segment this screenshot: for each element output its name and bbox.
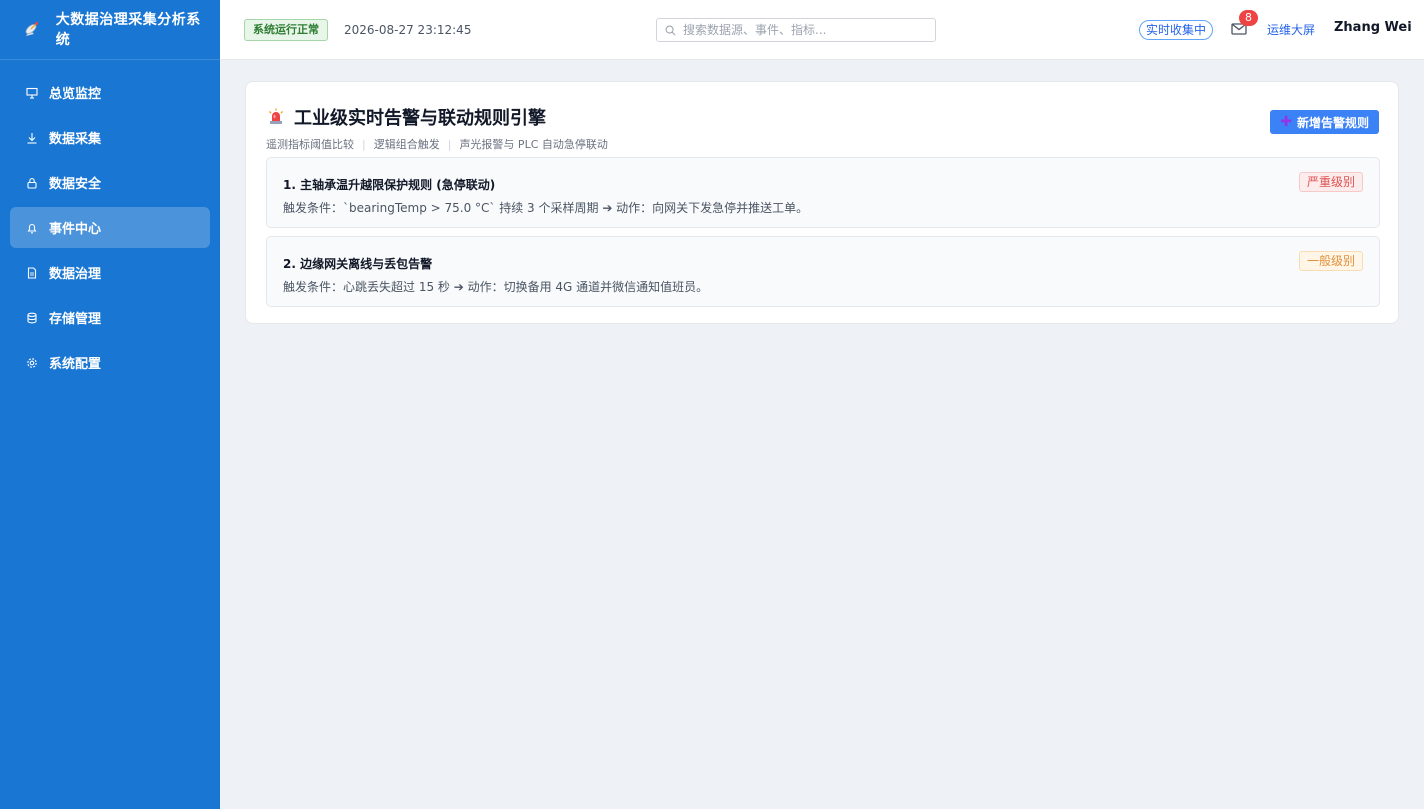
plus-icon: ✚	[1280, 114, 1292, 130]
document-icon	[26, 266, 38, 279]
severity-badge-severe: 严重级别	[1298, 172, 1363, 192]
user-name[interactable]: Zhang Wei	[1334, 20, 1412, 35]
siren-icon	[266, 107, 286, 127]
add-button-label: 新增告警规则	[1296, 115, 1369, 130]
alert-rules-card: 工业级实时告警与联动规则引擎 遥测指标阈值比较 | 逻辑组合触发 | 声光报警与…	[245, 81, 1399, 324]
lock-icon	[26, 177, 38, 189]
sidebar-item-label: 存储管理	[49, 312, 102, 327]
subtitle-item: 遥测指标阈值比较	[266, 138, 354, 151]
database-icon	[26, 312, 38, 324]
sidebar-item-events[interactable]: 事件中心	[10, 207, 210, 248]
sidebar: 大数据治理采集分析系统 总览监控 数据采集 数据安全 事件中心 数据治理 存储管…	[0, 0, 220, 809]
system-status-badge: 系统运行正常	[244, 18, 328, 41]
sidebar-item-label: 数据采集	[49, 132, 102, 147]
sidebar-item-settings[interactable]: 系统配置	[10, 342, 210, 383]
sidebar-item-overview[interactable]: 总览监控	[10, 72, 210, 113]
subtitle-item: 逻辑组合触发	[373, 138, 440, 151]
gear-icon	[26, 357, 38, 369]
sidebar-item-label: 事件中心	[49, 222, 102, 237]
rule-description: 触发条件：心跳丢失超过 15 秒 ➔ 动作：切换备用 4G 通道并微信通知值班员…	[283, 280, 709, 294]
download-icon	[26, 132, 38, 144]
divider: |	[447, 137, 452, 151]
sidebar-item-label: 数据治理	[49, 267, 102, 282]
divider: |	[362, 137, 366, 151]
subtitle-list: 遥测指标阈值比较 | 逻辑组合触发 | 声光报警与 PLC 自动急停联动	[266, 136, 608, 152]
sidebar-nav: 总览监控 数据采集 数据安全 事件中心 数据治理 存储管理 系统配置	[0, 60, 220, 383]
sidebar-item-label: 系统配置	[49, 357, 102, 372]
add-alert-rule-button[interactable]: ✚ 新增告警规则	[1270, 110, 1379, 134]
bell-icon	[26, 222, 38, 234]
rule-item-2[interactable]: 2. 边缘网关离线与丢包告警 触发条件：心跳丢失超过 15 秒 ➔ 动作：切换备…	[266, 236, 1380, 307]
search-box[interactable]	[656, 18, 936, 42]
sidebar-item-label: 数据安全	[49, 177, 102, 192]
live-collection-badge[interactable]: 实时收集中	[1139, 20, 1214, 40]
app-title: 大数据治理采集分析系统	[55, 11, 201, 48]
page-title: 工业级实时告警与联动规则引擎	[294, 108, 546, 129]
sidebar-item-security[interactable]: 数据安全	[10, 162, 210, 203]
monitor-icon	[26, 87, 38, 99]
search-input[interactable]	[683, 23, 935, 37]
rule-title: 1. 主轴承温升越限保护规则 (急停联动)	[283, 178, 496, 192]
top-header: 系统运行正常 2026-08-27 23:12:45 实时收集中 8 运维大屏 …	[220, 0, 1424, 60]
rule-description: 触发条件：`bearingTemp > 75.0 °C` 持续 3 个采样周期 …	[283, 201, 809, 215]
sidebar-item-governance[interactable]: 数据治理	[10, 252, 210, 293]
brand: 大数据治理采集分析系统	[0, 0, 220, 60]
card-header: 工业级实时告警与联动规则引擎 遥测指标阈值比较 | 逻辑组合触发 | 声光报警与…	[266, 104, 608, 152]
sidebar-item-collection[interactable]: 数据采集	[10, 117, 210, 158]
satellite-dish-icon	[22, 20, 42, 40]
severity-badge-normal: 一般级别	[1298, 251, 1363, 271]
mail-count-badge: 8	[1239, 10, 1258, 26]
rule-title: 2. 边缘网关离线与丢包告警	[283, 257, 433, 271]
search-icon	[665, 24, 677, 36]
sidebar-item-storage[interactable]: 存储管理	[10, 297, 210, 338]
current-datetime: 2026-08-27 23:12:45	[344, 22, 472, 37]
rule-item-1[interactable]: 1. 主轴承温升越限保护规则 (急停联动) 触发条件：`bearingTemp …	[266, 157, 1380, 228]
ops-dashboard-link[interactable]: 运维大屏	[1267, 21, 1315, 38]
subtitle-item: 声光报警与 PLC 自动急停联动	[459, 138, 608, 151]
sidebar-item-label: 总览监控	[49, 87, 102, 102]
